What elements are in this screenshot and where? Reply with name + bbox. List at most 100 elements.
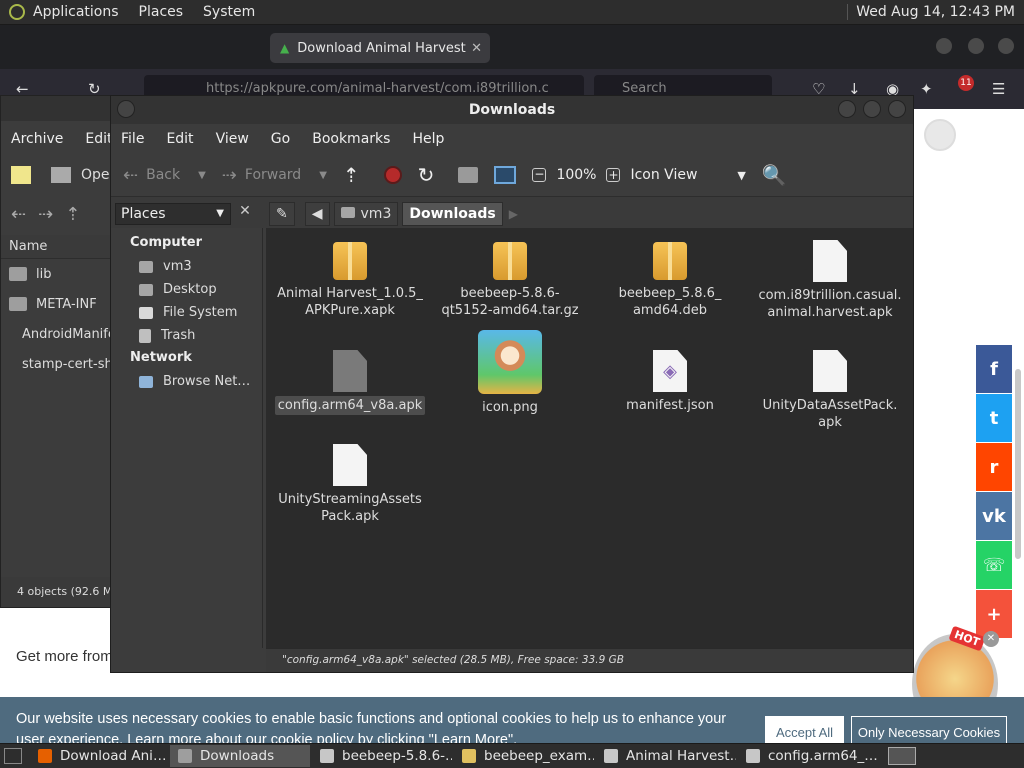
file-item-unity-streaming-assets-pack[interactable]: UnityStreamingAssets Pack.apk	[270, 444, 430, 526]
forward-button[interactable]: ⇢ Forward ▼	[222, 165, 327, 186]
menu-applications[interactable]: Applications	[33, 4, 119, 20]
taskbar-item-config-apk[interactable]: config.arm64_…	[738, 745, 878, 767]
background-tab[interactable]	[78, 39, 238, 57]
text-editor-icon	[462, 749, 476, 763]
document-icon	[813, 350, 847, 392]
file-item-config-apk[interactable]: config.arm64_v8a.apk	[270, 350, 430, 415]
sidebar-pane-select[interactable]: Places ▼	[115, 203, 231, 225]
minimize-button[interactable]	[838, 100, 856, 118]
view-mode-select[interactable]: Icon View ▼	[630, 167, 745, 183]
home-folder-icon	[340, 207, 355, 218]
minimize-button[interactable]	[936, 38, 952, 54]
hamburger-menu-icon[interactable]: ☰	[992, 80, 1005, 98]
menu-go[interactable]: Go	[271, 131, 290, 147]
sidebar-item-desktop[interactable]: Desktop	[111, 276, 262, 299]
workspace-switcher[interactable]	[888, 747, 916, 765]
list-item[interactable]: AndroidManifest.xml	[1, 319, 111, 349]
menu-bookmarks[interactable]: Bookmarks	[312, 131, 390, 147]
sidebar-item-browse-network[interactable]: Browse Net…	[111, 368, 262, 391]
taskbar-item-downloads[interactable]: Downloads	[170, 745, 310, 767]
menu-help[interactable]: Help	[412, 131, 444, 147]
archive-titlebar[interactable]	[1, 96, 111, 121]
breadcrumb-vm3[interactable]: vm3	[333, 202, 399, 226]
menu-places[interactable]: Places	[139, 4, 184, 20]
menu-file[interactable]: File	[121, 131, 144, 147]
file-item-beebeep-tar-gz[interactable]: beebeep-5.8.6- qt5152-amd64.tar.gz	[430, 242, 590, 320]
zoom-in-button[interactable]: +	[606, 168, 621, 182]
sidebar-item-trash[interactable]: Trash	[111, 322, 262, 345]
window-menu-button[interactable]	[117, 100, 135, 118]
menu-edit[interactable]: Edit	[166, 131, 193, 147]
package-icon	[493, 242, 527, 280]
firefox-tab-active[interactable]: ▲ Download Animal Harvest ✕	[270, 33, 490, 63]
new-archive-icon[interactable]	[11, 166, 31, 184]
back-icon[interactable]: ⇠	[11, 204, 38, 225]
user-avatar-icon[interactable]	[924, 119, 956, 151]
close-tab-icon[interactable]: ✕	[471, 41, 482, 56]
file-item-icon-png[interactable]: icon.png	[430, 330, 590, 417]
search-button[interactable]: 🔍	[762, 163, 787, 187]
back-button[interactable]: ⇠ Back ▼	[123, 165, 206, 186]
computer-icon	[494, 166, 517, 184]
taskbar-item-beebeep-editor[interactable]: beebeep_exam…	[454, 745, 594, 767]
open-archive-icon[interactable]	[51, 167, 71, 183]
zoom-level[interactable]: 100%	[556, 167, 596, 183]
drive-icon	[139, 306, 153, 319]
file-item-unity-data-asset-pack[interactable]: UnityDataAssetPack. apk	[750, 350, 910, 432]
whatsapp-share-button[interactable]: ☏	[976, 541, 1012, 589]
menu-system[interactable]: System	[203, 4, 255, 20]
reddit-share-button[interactable]: r	[976, 443, 1012, 491]
taskbar-item-beebeep-archive[interactable]: beebeep-5.8.6-…	[312, 745, 452, 767]
facebook-share-button[interactable]: f	[976, 345, 1012, 393]
sidebar-heading-network: Network	[130, 350, 192, 365]
archive-menu-archive[interactable]: Archive	[11, 131, 63, 147]
back-history-dropdown-icon[interactable]: ▼	[198, 170, 206, 181]
list-item[interactable]: META-INF	[1, 289, 111, 319]
forward-icon[interactable]: ⇢	[38, 204, 65, 225]
edit-location-button[interactable]: ✎	[269, 202, 295, 226]
sidebar-item-file-system[interactable]: File System	[111, 299, 262, 322]
maximize-button[interactable]	[968, 38, 984, 54]
taskbar-item-animal-harvest[interactable]: Animal Harvest…	[596, 745, 736, 767]
stop-button[interactable]	[383, 166, 402, 184]
extensions-icon[interactable]: ✦	[920, 80, 933, 98]
path-left-arrow-icon[interactable]: ◀	[304, 202, 330, 226]
list-item[interactable]: stamp-cert-sha256	[1, 349, 111, 379]
up-icon[interactable]: ⇡	[65, 204, 92, 225]
path-right-arrow-icon[interactable]: ▶	[509, 207, 518, 221]
forward-arrow-icon: ⇢	[221, 164, 237, 186]
maximize-button[interactable]	[863, 100, 881, 118]
archive-menu-edit[interactable]: Edit	[85, 131, 111, 147]
close-ad-icon[interactable]: ✕	[983, 631, 999, 647]
column-header-name[interactable]: Name	[1, 235, 111, 259]
file-item-animal-harvest-xapk[interactable]: Animal Harvest_1.0.5_ APKPure.xapk	[270, 242, 430, 320]
up-button[interactable]: ⇡	[343, 163, 368, 187]
sidebar-item-vm3[interactable]: vm3	[111, 253, 262, 276]
file-item-animal-harvest-apk[interactable]: com.i89trillion.casual. animal.harvest.a…	[750, 240, 910, 322]
vk-share-button[interactable]: vk	[976, 492, 1012, 540]
breadcrumb-downloads[interactable]: Downloads	[402, 202, 503, 226]
close-sidebar-icon[interactable]: ✕	[235, 203, 255, 225]
home-button[interactable]	[458, 167, 479, 183]
close-window-button[interactable]	[998, 38, 1014, 54]
file-item-manifest-json[interactable]: ◈ manifest.json	[590, 350, 750, 415]
applications-icon[interactable]	[9, 4, 25, 20]
reload-button[interactable]: ↻	[418, 163, 443, 187]
clock[interactable]: Wed Aug 14, 12:43 PM	[847, 4, 1024, 20]
ublock-badge[interactable]: 11	[958, 75, 974, 91]
file-item-beebeep-deb[interactable]: beebeep_5.8.6_ amd64.deb	[590, 242, 750, 320]
show-desktop-button[interactable]	[4, 748, 22, 764]
list-item[interactable]: lib	[1, 259, 111, 289]
zoom-out-button[interactable]: −	[532, 168, 547, 182]
computer-button[interactable]	[494, 166, 517, 184]
page-scrollbar[interactable]	[1015, 369, 1021, 559]
menu-view[interactable]: View	[216, 131, 249, 147]
json-file-icon: ◈	[653, 350, 687, 392]
taskbar-item-firefox[interactable]: Download Ani…	[30, 745, 168, 767]
toolbar: ⇠ Back ▼ ⇢ Forward ▼ ⇡ ↻ − 100% + Icon View ▼…	[111, 154, 913, 196]
close-button[interactable]	[888, 100, 906, 118]
twitter-share-button[interactable]: t	[976, 394, 1012, 442]
open-button-label[interactable]: Ope	[81, 167, 110, 183]
forward-history-dropdown-icon[interactable]: ▼	[319, 170, 327, 181]
window-titlebar[interactable]: Downloads	[111, 96, 913, 124]
